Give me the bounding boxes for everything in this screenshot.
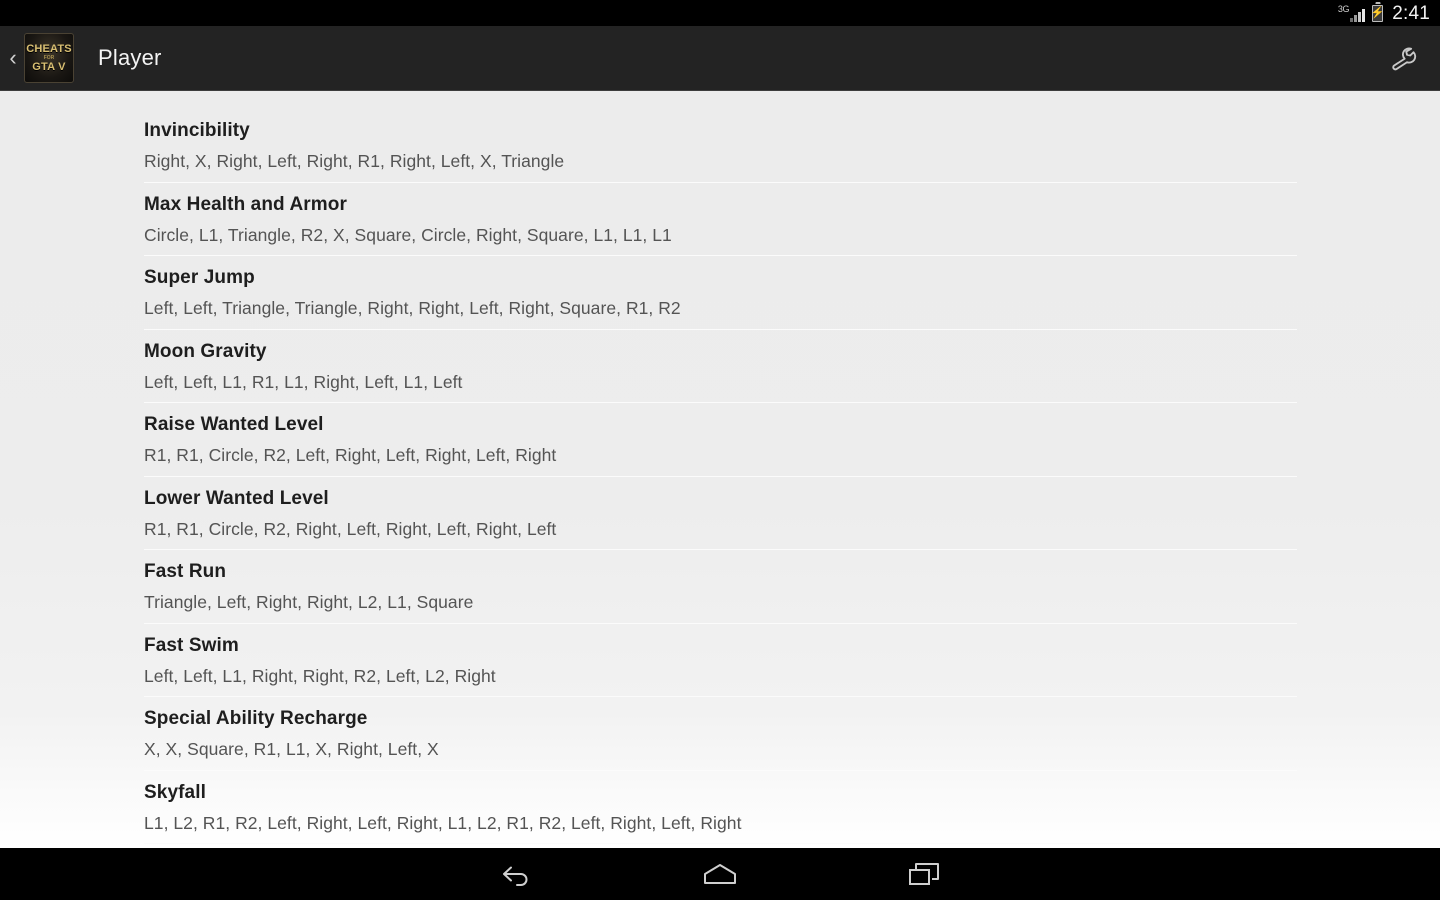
network-type-label: 3G (1337, 4, 1350, 14)
signal-bars-icon: 3G (1337, 4, 1366, 22)
cheat-row[interactable]: Special Ability Recharge X, X, Square, R1… (0, 697, 1440, 770)
cheat-name: Moon Gravity (144, 340, 267, 362)
cheat-list: Invincibility Right, X, Right, Left, Righ… (0, 91, 1440, 848)
cheat-code: Left, Left, Triangle, Triangle, Right, R… (144, 298, 681, 318)
cheat-name: Skyfall (144, 781, 206, 803)
settings-button[interactable] (1374, 26, 1430, 91)
app-logo-line-1: CHEATS (26, 42, 72, 55)
signal-strength-bars (1350, 9, 1366, 22)
status-clock: 2:41 (1392, 2, 1430, 24)
wrench-icon (1392, 47, 1417, 71)
cheat-code: Triangle, Left, Right, Right, L2, L1, Sq… (144, 592, 474, 612)
cheat-code: Right, X, Right, Left, Right, R1, Right,… (144, 151, 565, 171)
recents-icon (909, 863, 939, 885)
cheat-name: Fast Swim (144, 634, 239, 656)
cheat-name: Fast Run (144, 561, 227, 582)
cheat-code: Circle, L1, Triangle, R2, X, Square, Cir… (144, 224, 672, 245)
battery-charging-icon: ⚡ (1370, 4, 1385, 22)
nav-home-button[interactable] (689, 851, 751, 897)
cheat-row[interactable]: Moon Gravity Left, Left, L1, R1, L1, Righ… (0, 330, 1440, 403)
cheat-row[interactable]: Lower Wanted Level R1, R1, Circle, R2, Ri… (0, 477, 1440, 550)
cheat-row[interactable]: Skyfall L1, L2, R1, R2, Left, Right, Left… (0, 771, 1440, 844)
cheat-code: R1, R1, Circle, R2, Left, Right, Left, R… (144, 445, 557, 465)
nav-recents-button[interactable] (893, 851, 955, 897)
status-bar-right: 3G ⚡ 2:41 (1338, 4, 1430, 23)
cheat-row[interactable]: Fast Swim Left, Left, L1, Right, Right, R… (0, 624, 1440, 697)
app-logo-line-3: GTA V (32, 60, 66, 73)
app-logo-line-2: FOR (43, 54, 55, 61)
cheat-code: L1, L2, R1, R2, Left, Right, Left, Right… (144, 812, 742, 833)
cheat-row[interactable]: Raise Wanted Level R1, R1, Circle, R2, Le… (0, 403, 1440, 476)
back-chevron-icon[interactable]: ‹ (2, 47, 24, 69)
cheat-code: R1, R1, Circle, R2, Right, Left, Right, … (144, 518, 557, 539)
home-icon (704, 864, 736, 884)
cheat-name: Max Health and Armor (144, 193, 347, 215)
cheat-name: Raise Wanted Level (144, 414, 324, 435)
cheat-row[interactable]: Invincibility Right, X, Right, Left, Righ… (0, 109, 1440, 182)
cheat-name: Lower Wanted Level (144, 487, 329, 509)
page-title: Player (98, 45, 162, 70)
android-navigation-bar (0, 848, 1440, 900)
action-bar: ‹ CHEATS FOR GTA V Player (0, 26, 1440, 91)
cheat-name: Invincibility (144, 120, 250, 141)
cheat-code: Left, Left, L1, Right, Right, R2, Left, … (144, 665, 496, 686)
cheat-row[interactable]: Fast Run Triangle, Left, Right, Right, L2… (0, 550, 1440, 623)
cheat-code: X, X, Square, R1, L1, X, Right, Left, X (144, 739, 439, 759)
nav-back-button[interactable] (485, 851, 547, 897)
app-logo-icon[interactable]: CHEATS FOR GTA V (24, 33, 74, 83)
status-bar: 3G ⚡ 2:41 (0, 0, 1440, 26)
charging-bolt-icon: ⚡ (1370, 6, 1385, 19)
cheat-list-scroll-area[interactable]: Invincibility Right, X, Right, Left, Righ… (0, 91, 1440, 848)
device-screen: 3G ⚡ 2:41 ‹ CHEATS FOR GTA V Player Invi… (0, 0, 1440, 900)
cheat-name: Special Ability Recharge (144, 708, 368, 729)
cheat-row[interactable]: Max Health and Armor Circle, L1, Triangle… (0, 183, 1440, 256)
cheat-name: Super Jump (144, 267, 255, 288)
cheat-code: Left, Left, L1, R1, L1, Right, Left, L1,… (144, 371, 463, 392)
cheat-row[interactable]: Super Jump Left, Left, Triangle, Triangle… (0, 256, 1440, 329)
back-arrow-icon (503, 866, 528, 886)
